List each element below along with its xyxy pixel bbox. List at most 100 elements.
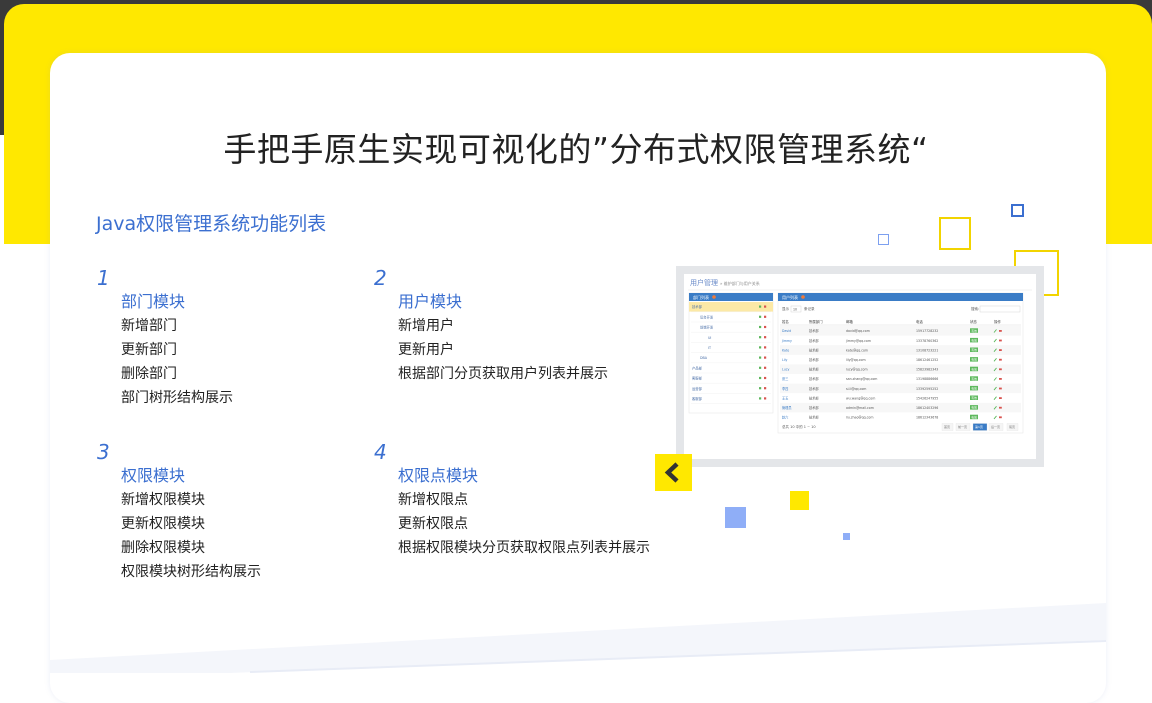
table-cell: si.li@qq.com [846,387,866,391]
table-cell: 管理员 [782,405,792,410]
table-cell: 技术部 [809,328,819,333]
module-user: 2 用户模块 新增用户 更新用户 根据部门分页获取用户列表并展示 [374,266,608,386]
edit-icon[interactable] [759,315,762,318]
search-input[interactable] [979,305,1021,313]
edit-icon[interactable] [759,397,762,400]
delete-icon[interactable] [764,397,767,400]
app-header: 用户管理 [690,278,718,287]
table-row[interactable]: David 技术部 david@qq.com 15917728232 有效 [780,326,1021,336]
status-text: 有效 [971,415,977,419]
pagination-button[interactable]: 尾页 [1006,423,1019,431]
dept-tree-item[interactable]: 技术部 [689,302,773,312]
table-cell: 技术部 [809,395,819,400]
status-text: 有效 [971,396,977,400]
delete-icon[interactable] [999,368,1002,371]
table-cell: jimmy@qq.com [845,339,871,343]
table-cell: 18612343678 [916,416,938,420]
table-cell: david@qq.com [846,329,870,333]
table-column-header: 邮箱 [846,319,853,324]
delete-icon[interactable] [764,336,767,339]
module-feature: 根据部门分页获取用户列表并展示 [398,366,608,382]
module-permission: 3 权限模块 新增权限模块 更新权限模块 删除权限模块 权限模块树形结构展示 [97,440,261,584]
table-cell: liu.zhao@qq.com [846,416,873,420]
edit-icon[interactable] [759,336,762,339]
pagination-label: 首页 [944,424,950,429]
pagination-button[interactable]: 首页 [941,423,954,431]
table-column-header: 操作 [994,319,1001,324]
delete-icon[interactable] [764,315,767,318]
module-permission-point: 4 权限点模块 新增权限点 更新权限点 根据权限模块分页获取权限点列表并展示 [374,440,650,560]
delete-icon[interactable] [999,416,1002,419]
module-feature: 更新部门 [121,342,177,358]
table-cell: 18612403296 [916,406,938,410]
status-text: 有效 [971,329,977,333]
table-cell: 技术部 [809,386,819,391]
table-cell: 15426247955 [916,396,938,400]
table-cell: 赵六 [782,415,789,420]
table-cell: Lucy [782,368,789,372]
table-cell: Kate [782,348,789,352]
page-size-label: 显示 [782,307,790,311]
status-text: 有效 [971,406,977,410]
edit-icon[interactable] [759,305,762,308]
table-column-header: 所属部门 [809,319,823,324]
module-feature: 更新用户 [398,342,454,358]
page-size-suffix: 条记录 [804,306,815,311]
module-feature: 删除权限模块 [121,540,205,556]
delete-icon[interactable] [764,305,767,308]
table-cell: 技术部 [809,347,819,352]
edit-icon[interactable] [759,387,762,390]
pagination-button[interactable]: 后一页 [988,423,1004,431]
delete-icon[interactable] [764,325,767,329]
status-text: 有效 [971,387,977,391]
decor-square-outline [1011,204,1024,217]
pagination-button[interactable]: 前一页 [955,423,971,431]
status-text: 有效 [971,339,977,343]
delete-icon[interactable] [999,406,1002,409]
module-feature: 新增部门 [121,318,177,334]
pagination-label: 后一页 [991,424,1000,429]
pagination-button[interactable]: 第1页 [972,423,988,431]
edit-icon[interactable] [759,325,762,329]
delete-icon[interactable] [764,376,767,380]
delete-icon[interactable] [764,346,767,349]
delete-icon[interactable] [999,330,1002,332]
table-cell: 15823982343 [916,368,938,372]
delete-icon[interactable] [999,349,1002,351]
table-row[interactable]: 李四 技术部 si.li@qq.com 13392595252 有效 [780,383,1021,394]
module-number: 2 [374,266,387,290]
edit-icon[interactable] [759,376,762,380]
module-feature: 删除部门 [121,366,177,382]
collapse-button[interactable] [655,454,692,491]
edit-icon[interactable] [759,366,762,369]
delete-icon[interactable] [999,339,1002,342]
table-row[interactable]: 管理员 技术部 admin@mail.com 18612403296 有效 [780,402,1021,413]
module-name: 权限点模块 [398,466,479,485]
module-number: 1 [97,266,110,290]
edit-icon[interactable] [759,356,762,359]
decor-square-outline [939,217,971,250]
pagination-label: 第1页 [975,424,983,429]
delete-icon[interactable] [999,378,1002,380]
delete-icon[interactable] [999,358,1002,361]
table-cell: san.zhang@qq.com [846,377,877,381]
table-row[interactable]: Lucy 技术部 lucy@qq.com 15823982343 有效 [780,364,1021,374]
delete-icon[interactable] [764,356,767,359]
edit-icon[interactable] [759,346,762,349]
module-name: 权限模块 [121,466,186,485]
delete-icon[interactable] [764,387,767,390]
table-cell: 13198886666 [916,377,938,381]
delete-icon[interactable] [999,397,1002,399]
decor-square [725,507,746,528]
dept-name: 客服部 [692,396,703,401]
delete-icon[interactable] [999,387,1002,390]
page-size-value: 10 [793,308,797,312]
pagination-label: 前一页 [958,424,967,429]
module-feature: 部门树形结构展示 [121,390,233,406]
table-cell: 技术部 [809,338,819,343]
status-text: 有效 [971,367,977,371]
table-row[interactable]: Kate 技术部 kate@qq.com 13108723221 有效 [780,345,1021,355]
table-cell: 技术部 [809,415,819,420]
delete-icon[interactable] [764,366,767,369]
table-column-header: 电话 [916,319,923,324]
